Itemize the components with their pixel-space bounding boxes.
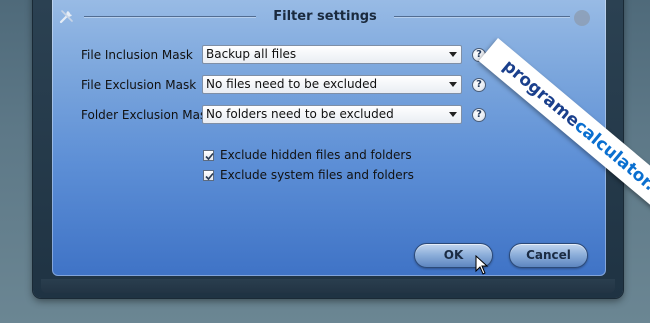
gear-icon[interactable] xyxy=(574,10,590,26)
folder-exclusion-mask-label: Folder Exclusion Mask xyxy=(81,108,214,122)
file-exclusion-mask-value: No files need to be excluded xyxy=(206,77,378,91)
cancel-button[interactable]: Cancel xyxy=(509,243,588,268)
exclude-system-checkbox[interactable] xyxy=(203,170,214,181)
file-inclusion-mask-select[interactable]: Backup all files xyxy=(202,45,462,64)
help-icon[interactable]: ? xyxy=(472,108,486,122)
filter-settings-dialog xyxy=(52,0,606,276)
exclude-hidden-checkbox[interactable] xyxy=(203,150,214,161)
folder-exclusion-mask-value: No folders need to be excluded xyxy=(206,107,394,121)
chevron-down-icon xyxy=(449,112,457,117)
file-inclusion-mask-value: Backup all files xyxy=(206,47,297,61)
folder-exclusion-mask-select[interactable]: No folders need to be excluded xyxy=(202,105,462,124)
title-divider-right xyxy=(394,16,570,17)
mouse-cursor-icon xyxy=(475,254,489,279)
window-bottom-bar xyxy=(41,279,615,293)
dialog-title: Filter settings xyxy=(273,9,377,24)
chevron-down-icon xyxy=(449,52,457,57)
help-icon[interactable]: ? xyxy=(472,78,486,92)
file-exclusion-mask-label: File Exclusion Mask xyxy=(81,78,197,92)
exclude-hidden-label: Exclude hidden files and folders xyxy=(220,148,412,162)
file-exclusion-mask-select[interactable]: No files need to be excluded xyxy=(202,75,462,94)
tools-icon xyxy=(59,8,75,24)
title-divider-left xyxy=(84,16,256,17)
chevron-down-icon xyxy=(449,82,457,87)
file-inclusion-mask-label: File Inclusion Mask xyxy=(81,48,193,62)
exclude-system-label: Exclude system files and folders xyxy=(220,168,414,182)
